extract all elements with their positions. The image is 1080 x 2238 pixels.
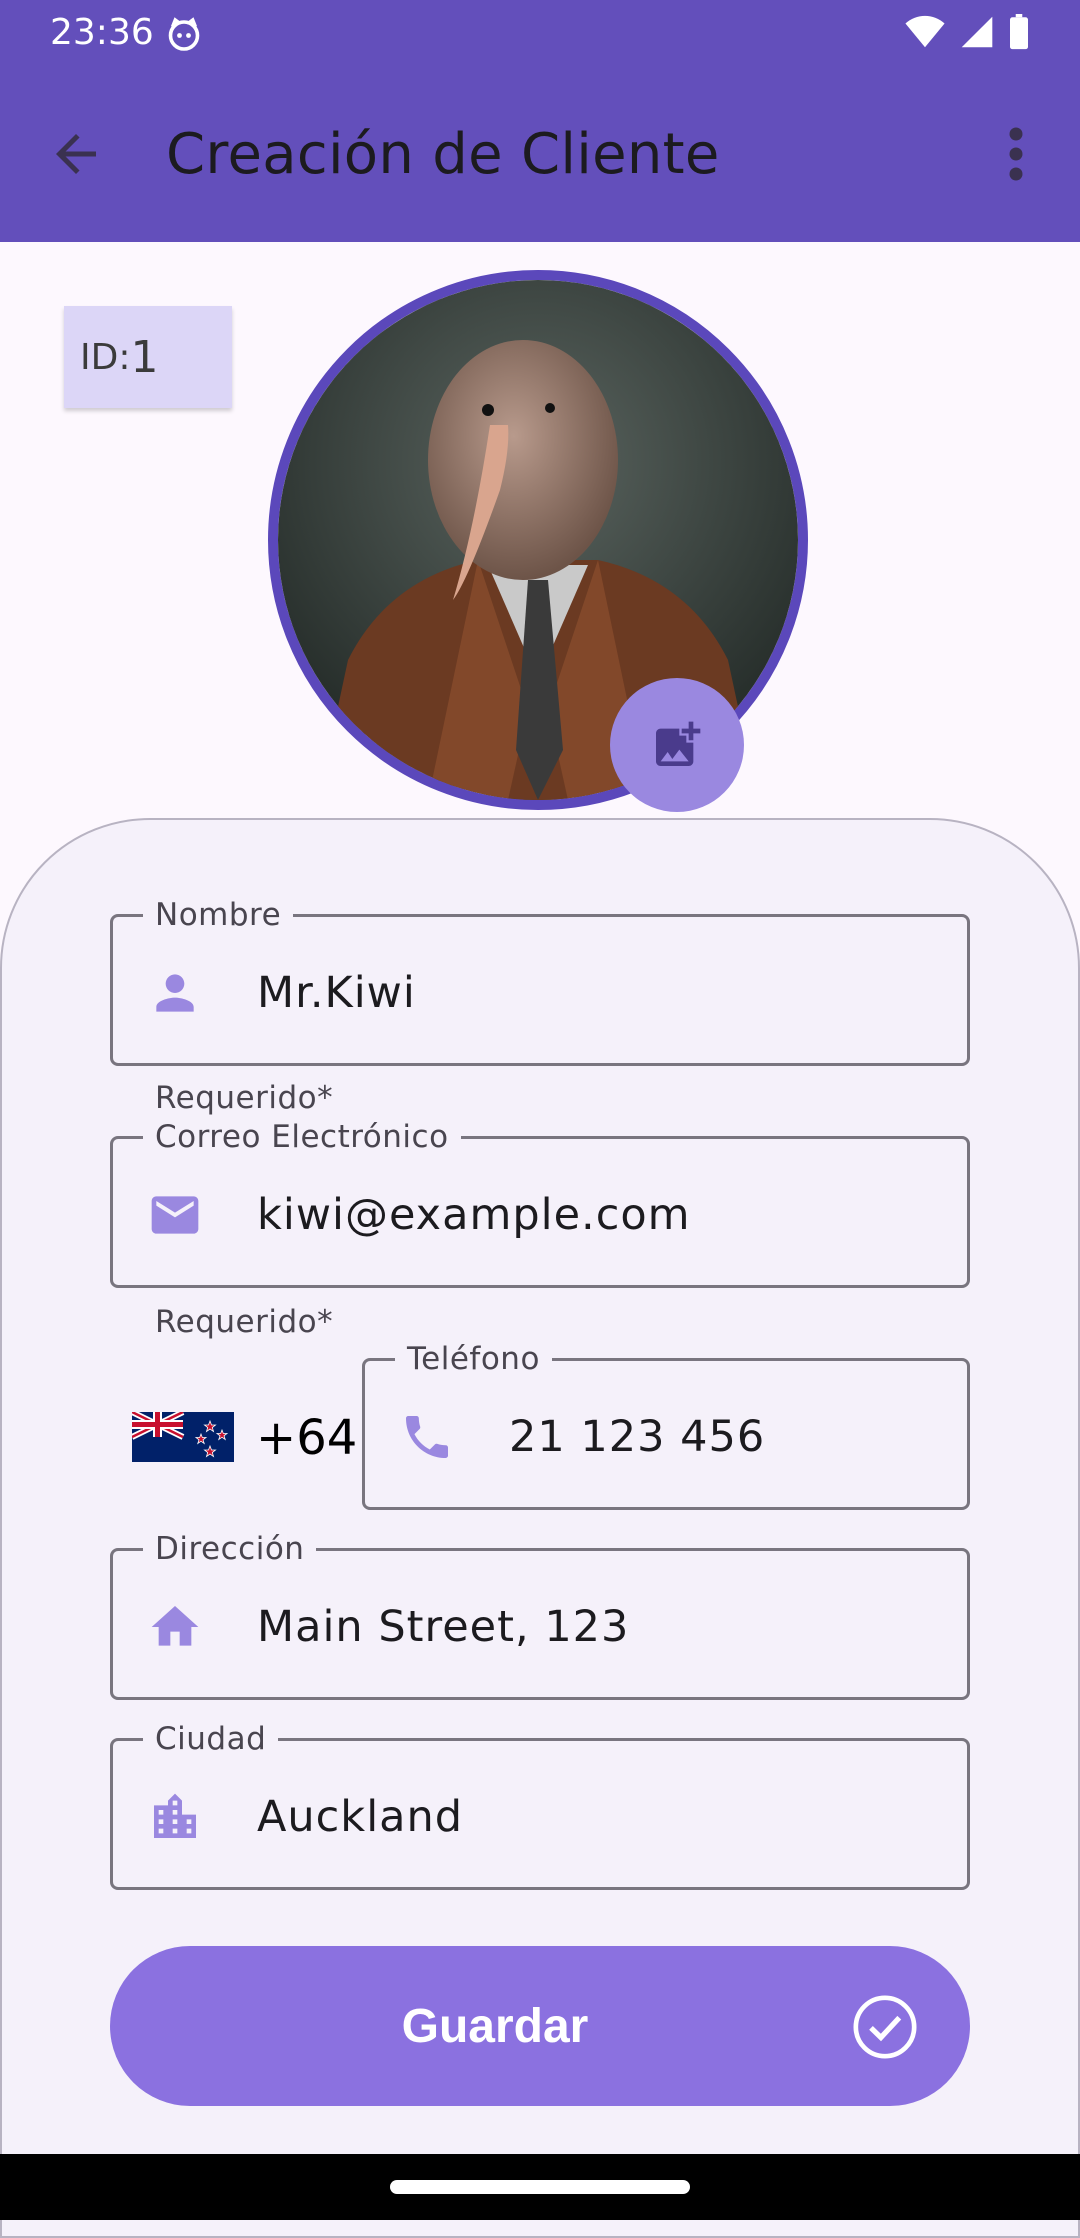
- client-id-value: 1: [130, 331, 159, 383]
- email-icon: [151, 1196, 199, 1234]
- back-arrow-icon[interactable]: [46, 124, 106, 184]
- address-input[interactable]: Main Street, 123: [257, 1599, 629, 1655]
- client-id-badge: ID: 1: [64, 306, 232, 408]
- email-label: Correo Electrónico: [143, 1117, 461, 1157]
- phone-icon: [406, 1416, 448, 1458]
- status-icons: [904, 14, 1030, 50]
- system-navigation-bar: [0, 2154, 1080, 2220]
- battery-icon: [1010, 14, 1028, 50]
- save-button-label: Guardar: [401, 1999, 589, 2053]
- name-label: Nombre: [143, 895, 294, 935]
- status-time: 23:36: [50, 12, 154, 53]
- name-helper-text: Requerido*: [155, 1080, 334, 1116]
- email-helper-text: Requerido*: [155, 1304, 334, 1340]
- top-app-bar: 23:36 Creación de Cliente: [0, 0, 1080, 242]
- name-input[interactable]: Mr.Kiwi: [257, 965, 416, 1021]
- city-label: Ciudad: [143, 1719, 279, 1759]
- person-icon: [156, 974, 194, 1012]
- more-vert-icon[interactable]: [996, 124, 1036, 184]
- email-field[interactable]: Correo Electrónico kiwi@example.com: [110, 1117, 970, 1288]
- phone-label: Teléfono: [395, 1339, 552, 1379]
- home-icon: [151, 1606, 199, 1646]
- new-zealand-flag-icon[interactable]: [132, 1412, 234, 1462]
- name-field[interactable]: Nombre Mr.Kiwi: [110, 895, 970, 1066]
- address-field[interactable]: Dirección Main Street, 123: [110, 1529, 970, 1700]
- notification-cat-icon: [168, 17, 200, 51]
- phone-field[interactable]: Teléfono 21 123 456: [362, 1339, 970, 1510]
- address-label: Dirección: [143, 1529, 317, 1569]
- home-gesture-handle[interactable]: [390, 2180, 690, 2194]
- check-circle-icon: [853, 1995, 917, 2059]
- phone-input[interactable]: 21 123 456: [509, 1409, 765, 1465]
- city-buildings-icon: [154, 1793, 196, 1838]
- country-code[interactable]: +64: [256, 1410, 357, 1466]
- cell-signal-icon: [961, 16, 993, 48]
- city-input[interactable]: Auckland: [257, 1789, 463, 1845]
- email-input[interactable]: kiwi@example.com: [257, 1187, 691, 1243]
- page-title: Creación de Cliente: [166, 122, 720, 187]
- client-id-label: ID:: [80, 336, 131, 378]
- save-button[interactable]: Guardar: [110, 1946, 970, 2106]
- add-photo-icon: [656, 721, 701, 766]
- add-photo-button[interactable]: [610, 678, 744, 812]
- wifi-icon: [905, 15, 945, 48]
- city-field[interactable]: Ciudad Auckland: [110, 1719, 970, 1890]
